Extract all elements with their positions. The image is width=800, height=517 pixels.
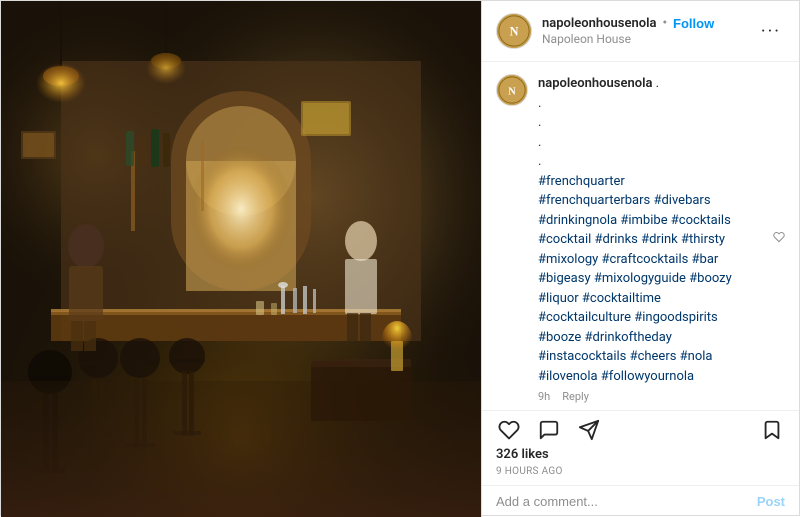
bookmark-button[interactable]	[759, 417, 785, 443]
caption-reply[interactable]: Reply	[562, 390, 589, 403]
add-comment-input[interactable]	[496, 494, 749, 509]
actions-row	[482, 411, 799, 443]
time-ago: 9 HOURS AGO	[482, 464, 799, 485]
separator-dot: •	[662, 16, 667, 31]
comments-area[interactable]: N napoleonhousenola ..... #frenchquarter…	[482, 62, 799, 411]
caption-avatar: N	[496, 74, 528, 106]
header-user-info: napoleonhousenola • Follow Napoleon Hous…	[542, 16, 747, 46]
add-comment-row: Post	[482, 485, 799, 517]
caption-row: N napoleonhousenola ..... #frenchquarter…	[496, 74, 785, 403]
post-comment-button[interactable]: Post	[757, 494, 785, 509]
avatar: N	[496, 13, 532, 49]
post-photo	[1, 1, 481, 517]
post-header: N napoleonhousenola • Follow Napoleon Ho…	[482, 1, 799, 62]
caption-time: 9h	[538, 390, 550, 403]
caption-username[interactable]: napoleonhousenola	[538, 76, 652, 91]
like-button[interactable]	[496, 417, 522, 443]
share-button[interactable]	[576, 417, 602, 443]
caption-heart-button[interactable]	[773, 74, 785, 403]
likes-count: 326 likes	[482, 443, 799, 464]
header-sub-label: Napoleon House	[542, 32, 747, 46]
comment-button[interactable]	[536, 417, 562, 443]
svg-text:N: N	[508, 87, 516, 98]
caption-hashtags: #frenchquarter#frenchquarterbars #diveba…	[538, 174, 732, 384]
header-username[interactable]: napoleonhousenola	[542, 16, 656, 31]
caption-text: napoleonhousenola ..... #frenchquarter#f…	[538, 74, 763, 386]
caption-body: napoleonhousenola ..... #frenchquarter#f…	[538, 74, 763, 403]
post-info-panel: N napoleonhousenola • Follow Napoleon Ho…	[481, 1, 799, 517]
follow-button[interactable]: Follow	[673, 16, 714, 31]
caption-meta: 9h Reply	[538, 390, 763, 403]
svg-text:N: N	[510, 25, 519, 39]
more-options-icon[interactable]: ···	[757, 21, 785, 42]
